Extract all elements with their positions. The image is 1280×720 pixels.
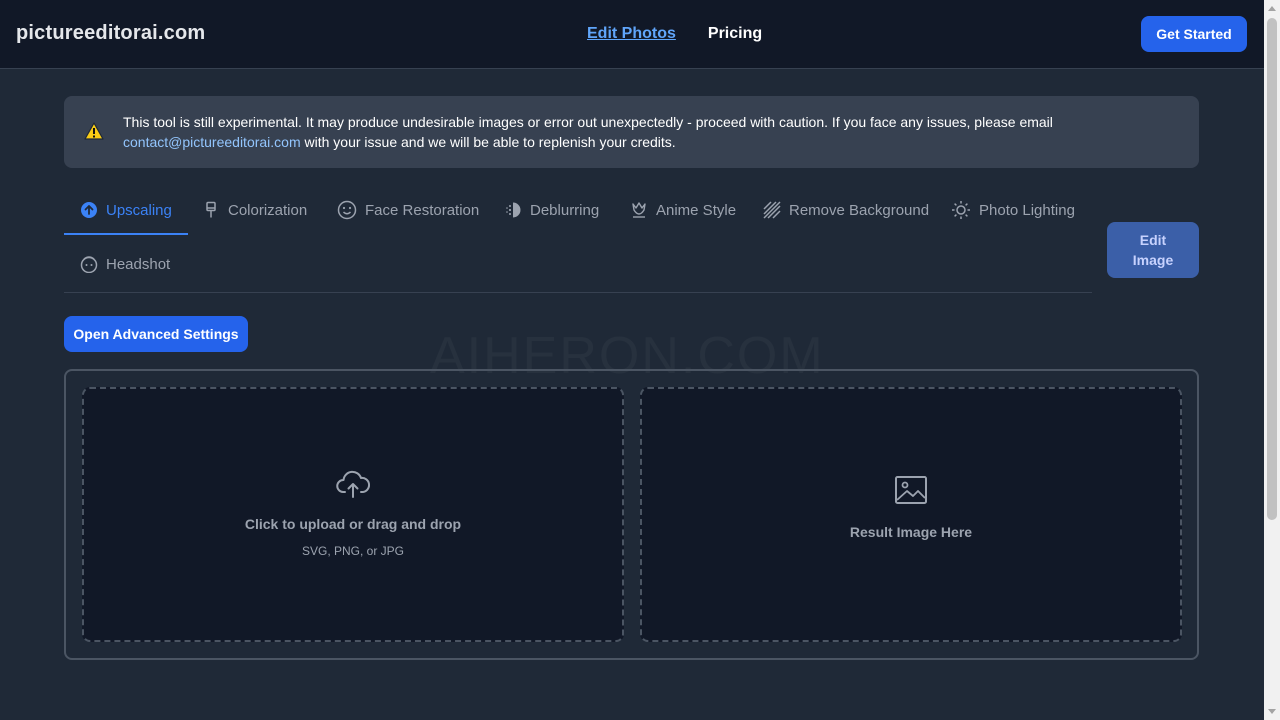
arrow-up-circle-icon: [81, 202, 97, 218]
tab-headshot[interactable]: Headshot: [64, 240, 186, 288]
open-advanced-settings-button[interactable]: Open Advanced Settings: [64, 316, 248, 352]
upload-dropzone[interactable]: Click to upload or drag and drop SVG, PN…: [82, 387, 624, 642]
paintbrush-icon: [206, 201, 216, 218]
editor-workspace: Click to upload or drag and drop SVG, PN…: [64, 369, 1199, 660]
tab-deblurring[interactable]: Deblurring: [488, 186, 615, 234]
support-email-link[interactable]: contact@pictureeditorai.com: [123, 134, 301, 150]
tab-face-restoration[interactable]: Face Restoration: [321, 186, 495, 234]
page-scrollbar[interactable]: [1264, 0, 1280, 720]
experimental-alert: This tool is still experimental. It may …: [64, 96, 1199, 168]
tab-label: Face Restoration: [365, 201, 480, 219]
main-nav: Edit Photos Pricing: [587, 25, 762, 43]
alert-text: This tool is still experimental. It may …: [123, 114, 1053, 130]
stripes-icon: [763, 201, 781, 219]
nav-pricing[interactable]: Pricing: [708, 25, 762, 43]
get-started-button[interactable]: Get Started: [1141, 16, 1247, 52]
tool-tabs: Upscaling Colorization Face Restoration …: [64, 186, 1092, 293]
cloud-upload-icon: [336, 470, 370, 498]
anime-icon: [632, 202, 646, 218]
result-image-area: Result Image Here: [640, 387, 1182, 642]
upload-title: Click to upload or drag and drop: [244, 516, 462, 532]
headshot-icon: [80, 256, 98, 273]
tab-label: Photo Lighting: [979, 201, 1075, 219]
tab-photo-lighting[interactable]: Photo Lighting: [935, 186, 1091, 234]
tab-label: Anime Style: [656, 201, 737, 219]
alert-message: This tool is still experimental. It may …: [123, 112, 1173, 152]
alert-text-after: with your issue and we will be able to r…: [300, 134, 676, 150]
tab-label: Headshot: [106, 255, 171, 273]
edit-button-line2: Image: [1132, 252, 1174, 268]
warning-icon: [84, 122, 104, 145]
image-placeholder-icon: [895, 476, 927, 504]
tab-anime-style[interactable]: Anime Style: [614, 186, 752, 234]
upload-file-types: SVG, PNG, or JPG: [301, 544, 405, 558]
scroll-down-icon[interactable]: [1264, 704, 1280, 720]
scroll-up-icon[interactable]: [1264, 0, 1280, 16]
result-title: Result Image Here: [849, 524, 973, 540]
top-navbar: pictureeditorai.com Edit Photos Pricing …: [0, 0, 1264, 69]
tab-label: Deblurring: [530, 201, 600, 219]
blur-icon: [506, 202, 521, 218]
active-tab-indicator: [64, 233, 188, 235]
scrollbar-thumb[interactable]: [1267, 18, 1277, 520]
edit-image-button[interactable]: Edit Image: [1107, 222, 1199, 278]
tab-colorization[interactable]: Colorization: [186, 186, 323, 234]
tab-label: Colorization: [228, 201, 308, 219]
smiley-face-icon: [337, 200, 357, 220]
sun-icon: [952, 201, 970, 219]
nav-edit-photos[interactable]: Edit Photos: [587, 25, 676, 43]
tab-label: Upscaling: [106, 201, 172, 219]
edit-button-line1: Edit: [1139, 232, 1167, 248]
tab-remove-background[interactable]: Remove Background: [747, 186, 945, 234]
site-logo[interactable]: pictureeditorai.com: [16, 22, 205, 45]
tab-label: Remove Background: [789, 201, 930, 219]
tab-upscaling[interactable]: Upscaling: [64, 186, 188, 235]
